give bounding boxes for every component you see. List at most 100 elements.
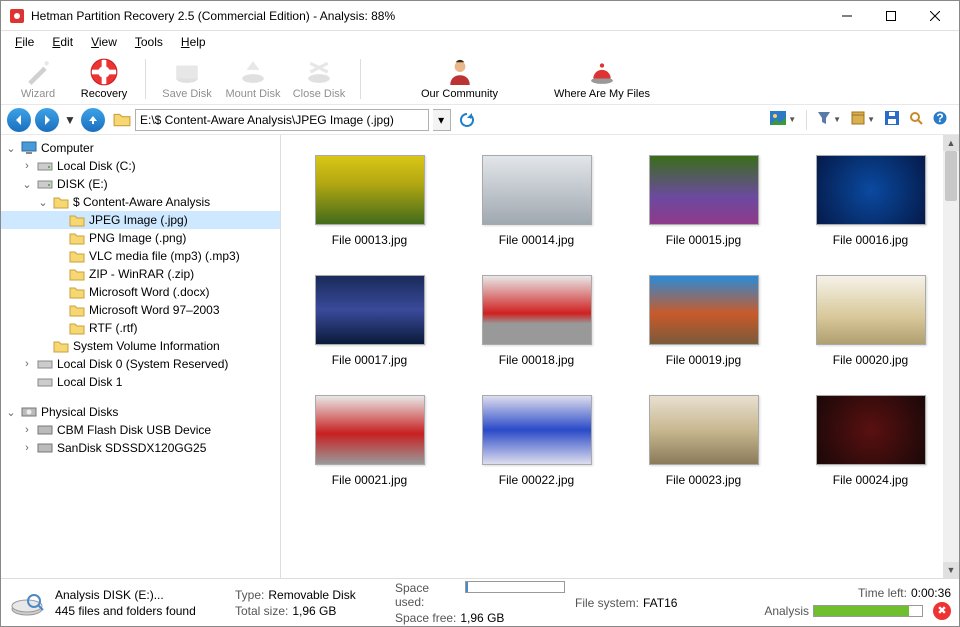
funnel-icon [817, 111, 831, 128]
file-item[interactable]: File 00017.jpg [291, 275, 448, 385]
lifebuoy-icon [90, 58, 118, 86]
tree-item-ld0[interactable]: › Local Disk 0 (System Reserved) [1, 355, 280, 373]
thumbnail [315, 395, 425, 465]
thumbnail [649, 275, 759, 345]
help-button[interactable]: ? [933, 111, 947, 128]
tree-item-png[interactable]: PNG Image (.png) [1, 229, 280, 247]
file-item[interactable]: File 00018.jpg [458, 275, 615, 385]
view-mode-button[interactable]: ▼ [770, 111, 796, 128]
tree-item-computer[interactable]: ⌄ Computer [1, 139, 280, 157]
view-options-button[interactable]: ▼ [851, 111, 875, 128]
save-disk-label: Save Disk [162, 88, 212, 100]
person-icon [446, 58, 474, 86]
refresh-button[interactable] [455, 109, 479, 131]
analysis-progress-bar [813, 605, 923, 617]
file-item[interactable]: File 00022.jpg [458, 395, 615, 505]
status-progress-col: Time left:0:00:36 Analysis ✖ [715, 586, 951, 620]
tree-item-svi[interactable]: System Volume Information [1, 337, 280, 355]
help-icon: ? [933, 111, 947, 128]
maximize-button[interactable] [869, 2, 913, 30]
community-button[interactable]: Our Community [421, 55, 498, 103]
tree-item-vlc[interactable]: VLC media file (mp3) (.mp3) [1, 247, 280, 265]
scroll-handle[interactable] [945, 151, 957, 201]
folder-icon [53, 338, 69, 354]
mount-disk-label: Mount Disk [225, 88, 280, 100]
file-name-label: File 00018.jpg [499, 353, 574, 367]
nav-up-button[interactable] [81, 108, 105, 132]
tree-item-sandisk[interactable]: › SanDisk SDSSDX120GG25 [1, 439, 280, 457]
file-name-label: File 00013.jpg [332, 233, 407, 247]
folder-icon [113, 111, 131, 129]
menu-file[interactable]: File [7, 33, 42, 51]
file-item[interactable]: File 00024.jpg [792, 395, 949, 505]
tree-item-docx[interactable]: Microsoft Word (.docx) [1, 283, 280, 301]
close-disk-label: Close Disk [293, 88, 346, 100]
tree-item-local-c[interactable]: › Local Disk (C:) [1, 157, 280, 175]
file-item[interactable]: File 00016.jpg [792, 155, 949, 265]
nav-back-button[interactable] [7, 108, 31, 132]
file-item[interactable]: File 00013.jpg [291, 155, 448, 265]
minimize-button[interactable] [825, 2, 869, 30]
search-button[interactable] [909, 111, 923, 128]
app-icon [9, 8, 25, 24]
save-button[interactable] [885, 111, 899, 128]
file-item[interactable]: File 00015.jpg [625, 155, 782, 265]
file-item[interactable]: File 00023.jpg [625, 395, 782, 505]
tree-item-rtf[interactable]: RTF (.rtf) [1, 319, 280, 337]
close-disk-button[interactable]: Close Disk [290, 55, 348, 103]
file-name-label: File 00022.jpg [499, 473, 574, 487]
save-disk-button[interactable]: Save Disk [158, 55, 216, 103]
wizard-button[interactable]: Wizard [9, 55, 67, 103]
search-icon [909, 111, 923, 128]
hdd-icon [37, 422, 53, 438]
where-files-button[interactable]: Where Are My Files [554, 55, 650, 103]
tree-item-cbm[interactable]: › CBM Flash Disk USB Device [1, 421, 280, 439]
tree-item-jpeg[interactable]: JPEG Image (.jpg) [1, 211, 280, 229]
file-item[interactable]: File 00014.jpg [458, 155, 615, 265]
filter-button[interactable]: ▼ [817, 111, 841, 128]
file-name-label: File 00014.jpg [499, 233, 574, 247]
status-type-col: Type:Removable Disk Total size:1,96 GB [235, 588, 385, 618]
menu-edit[interactable]: Edit [44, 33, 81, 51]
mount-disk-button[interactable]: Mount Disk [224, 55, 282, 103]
status-analysis-key: Analysis [764, 604, 809, 618]
tree-item-doc[interactable]: Microsoft Word 97–2003 [1, 301, 280, 319]
menu-tools[interactable]: Tools [127, 33, 171, 51]
thumbnail [315, 275, 425, 345]
menu-help[interactable]: Help [173, 33, 214, 51]
file-grid: File 00013.jpg File 00014.jpg File 00015.j… [281, 135, 959, 515]
tree-item-disk-e[interactable]: ⌄ DISK (E:) [1, 175, 280, 193]
close-button[interactable] [913, 2, 957, 30]
menubar: File Edit View Tools Help [1, 31, 959, 53]
picture-icon [770, 111, 786, 128]
file-name-label: File 00024.jpg [833, 473, 908, 487]
statusbar: Analysis DISK (E:)... 445 files and fold… [1, 578, 959, 626]
thumbnail [482, 155, 592, 225]
folder-tree[interactable]: ⌄ Computer › Local Disk (C:) ⌄ DISK (E:)… [1, 135, 281, 578]
tree-item-caa[interactable]: ⌄ $ Content-Aware Analysis [1, 193, 280, 211]
folder-icon [69, 248, 85, 264]
tree-item-zip[interactable]: ZIP - WinRAR (.zip) [1, 265, 280, 283]
tree-item-ld1[interactable]: Local Disk 1 [1, 373, 280, 391]
address-input[interactable] [135, 109, 429, 131]
file-name-label: File 00016.jpg [833, 233, 908, 247]
nav-history-dropdown[interactable]: ▼ [63, 113, 77, 127]
address-dropdown[interactable]: ▾ [433, 109, 451, 131]
nav-forward-button[interactable] [35, 108, 59, 132]
computer-icon [21, 140, 37, 156]
vertical-scrollbar[interactable]: ▲ ▼ [943, 135, 959, 578]
recovery-label: Recovery [81, 88, 127, 100]
file-item[interactable]: File 00020.jpg [792, 275, 949, 385]
file-item[interactable]: File 00021.jpg [291, 395, 448, 505]
menu-view[interactable]: View [83, 33, 125, 51]
folder-icon [69, 284, 85, 300]
folder-icon [53, 194, 69, 210]
file-name-label: File 00023.jpg [666, 473, 741, 487]
drive-icon [37, 158, 53, 174]
recovery-button[interactable]: Recovery [75, 55, 133, 103]
scroll-up-arrow[interactable]: ▲ [943, 135, 959, 151]
tree-item-physical[interactable]: ⌄ Physical Disks [1, 403, 280, 421]
scroll-down-arrow[interactable]: ▼ [943, 562, 959, 578]
stop-analysis-button[interactable]: ✖ [933, 602, 951, 620]
file-item[interactable]: File 00019.jpg [625, 275, 782, 385]
